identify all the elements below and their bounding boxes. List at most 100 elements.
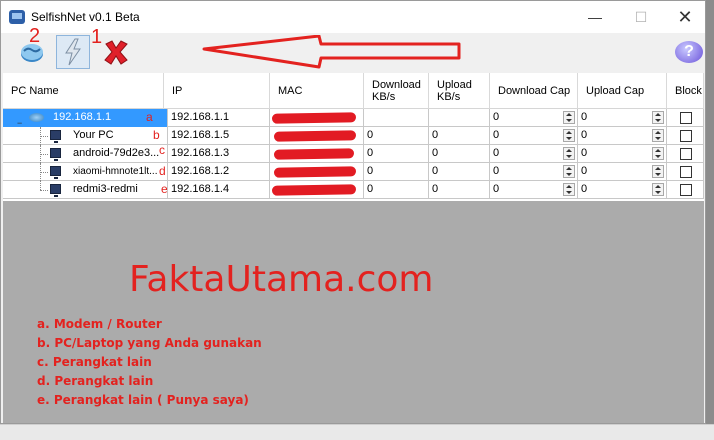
table-row[interactable]: xiaomi-hmnote1lt... d 192.168.1.2 0 0 0 …: [3, 163, 704, 181]
pc-name-cell[interactable]: redmi3-redmi e: [3, 181, 168, 199]
annotation-number-2: 2: [29, 25, 41, 47]
block-checkbox[interactable]: [680, 166, 692, 178]
table-row[interactable]: − 192.168.1.1 a 192.168.1.1 0 0: [3, 109, 704, 127]
column-header-download-cap[interactable]: Download Cap: [490, 73, 578, 109]
column-header-block[interactable]: Block: [667, 73, 704, 109]
upload-cap-value: 0: [581, 129, 588, 141]
column-header-mac[interactable]: MAC: [270, 73, 364, 109]
block-cell[interactable]: [667, 109, 704, 127]
block-checkbox[interactable]: [680, 148, 692, 160]
device-name: 192.168.1.1: [53, 111, 112, 123]
background-desktop-strip: [0, 424, 714, 440]
redaction-mark: [273, 148, 355, 160]
column-header-download[interactable]: Download KB/s: [364, 73, 429, 109]
download-cap-input[interactable]: 0: [490, 109, 578, 127]
pc-name-cell[interactable]: − 192.168.1.1 a: [3, 109, 168, 127]
block-checkbox[interactable]: [680, 130, 692, 142]
selfishnet-window: SelfishNet v0.1 Beta — ☐ ✕ 2 1 ? PC Name…: [0, 0, 706, 424]
download-cap-input[interactable]: 0: [490, 127, 578, 145]
spinner-icon[interactable]: [652, 183, 664, 196]
annotation-letter: a: [146, 110, 153, 124]
maximize-button[interactable]: ☐: [621, 5, 661, 29]
tree-line: [40, 172, 48, 173]
minimize-button[interactable]: —: [575, 5, 615, 29]
pc-name-cell[interactable]: xiaomi-hmnote1lt... d: [3, 163, 168, 181]
column-header-upload-cap[interactable]: Upload Cap: [578, 73, 667, 109]
download-cell: 0: [364, 145, 429, 163]
find-devices-button[interactable]: 2: [15, 25, 49, 69]
redaction-mark: [273, 130, 357, 142]
download-cap-input[interactable]: 0: [490, 181, 578, 199]
watermark-text: FaktaUtama.com: [129, 259, 434, 300]
spinner-icon[interactable]: [652, 147, 664, 160]
help-icon[interactable]: ?: [675, 41, 703, 63]
upload-cap-value: 0: [581, 165, 588, 177]
router-icon: [29, 113, 44, 122]
spinner-icon[interactable]: [563, 147, 575, 160]
device-name: Your PC: [73, 129, 114, 141]
table-row[interactable]: Your PC b 192.168.1.5 0 0 0 0: [3, 127, 704, 145]
annotation-letter: d: [159, 164, 166, 178]
stop-button[interactable]: [99, 35, 133, 69]
collapse-icon[interactable]: −: [17, 115, 22, 127]
download-cap-input[interactable]: 0: [490, 163, 578, 181]
upload-cap-value: 0: [581, 111, 588, 123]
table-row[interactable]: redmi3-redmi e 192.168.1.4 0 0 0 0: [3, 181, 704, 199]
red-x-icon: [104, 40, 128, 65]
download-cap-value: 0: [493, 111, 500, 123]
computer-icon: [50, 166, 61, 179]
pc-name-cell[interactable]: android-79d2e3... c: [3, 145, 168, 163]
upload-cell: 0: [429, 181, 490, 199]
redaction-mark: [273, 166, 357, 178]
tree-line: [40, 181, 41, 190]
upload-cap-input[interactable]: 0: [578, 181, 667, 199]
block-cell[interactable]: [667, 145, 704, 163]
annotation-letter: c: [159, 145, 165, 157]
spinner-icon[interactable]: [652, 165, 664, 178]
spinner-icon[interactable]: [563, 183, 575, 196]
spinner-icon[interactable]: [652, 129, 664, 142]
download-cap-value: 0: [493, 129, 500, 141]
column-header-ip[interactable]: IP: [164, 73, 270, 109]
block-cell[interactable]: [667, 163, 704, 181]
mac-cell: [270, 163, 364, 181]
download-cell: 0: [364, 127, 429, 145]
window-title: SelfishNet v0.1 Beta: [31, 10, 140, 24]
device-name: android-79d2e3...: [73, 147, 160, 159]
upload-cell: 0: [429, 145, 490, 163]
download-cap-value: 0: [493, 165, 500, 177]
upload-cell: 0: [429, 163, 490, 181]
mac-cell: [270, 109, 364, 127]
spinner-icon[interactable]: [652, 111, 664, 124]
legend-item: c. Perangkat lain: [37, 355, 152, 369]
upload-cap-input[interactable]: 0: [578, 163, 667, 181]
annotation-letter: e: [161, 182, 168, 196]
annotation-arrow-icon: [202, 35, 461, 69]
block-checkbox[interactable]: [680, 112, 692, 124]
download-cap-input[interactable]: 0: [490, 145, 578, 163]
tree-line: [40, 154, 48, 155]
block-checkbox[interactable]: [680, 184, 692, 196]
upload-cap-input[interactable]: 0: [578, 127, 667, 145]
lightning-icon: [65, 38, 81, 66]
redaction-mark: [271, 184, 357, 196]
annotation-legend: a. Modem / Router b. PC/Laptop yang Anda…: [37, 315, 262, 410]
legend-item: a. Modem / Router: [37, 317, 162, 331]
upload-cap-input[interactable]: 0: [578, 145, 667, 163]
start-button[interactable]: 1: [56, 26, 102, 69]
upload-cell: 0: [429, 127, 490, 145]
spinner-icon[interactable]: [563, 129, 575, 142]
column-header-pc-name[interactable]: PC Name: [3, 73, 164, 109]
pc-name-cell[interactable]: Your PC b: [3, 127, 168, 145]
table-row[interactable]: android-79d2e3... c 192.168.1.3 0 0 0 0: [3, 145, 704, 163]
download-cell: [364, 109, 429, 127]
redaction-mark: [271, 112, 357, 124]
spinner-icon[interactable]: [563, 111, 575, 124]
column-header-upload[interactable]: Upload KB/s: [429, 73, 490, 109]
spinner-icon[interactable]: [563, 165, 575, 178]
close-window-button[interactable]: ✕: [665, 5, 705, 29]
block-cell[interactable]: [667, 181, 704, 199]
computer-icon: [50, 148, 61, 161]
upload-cap-input[interactable]: 0: [578, 109, 667, 127]
block-cell[interactable]: [667, 127, 704, 145]
